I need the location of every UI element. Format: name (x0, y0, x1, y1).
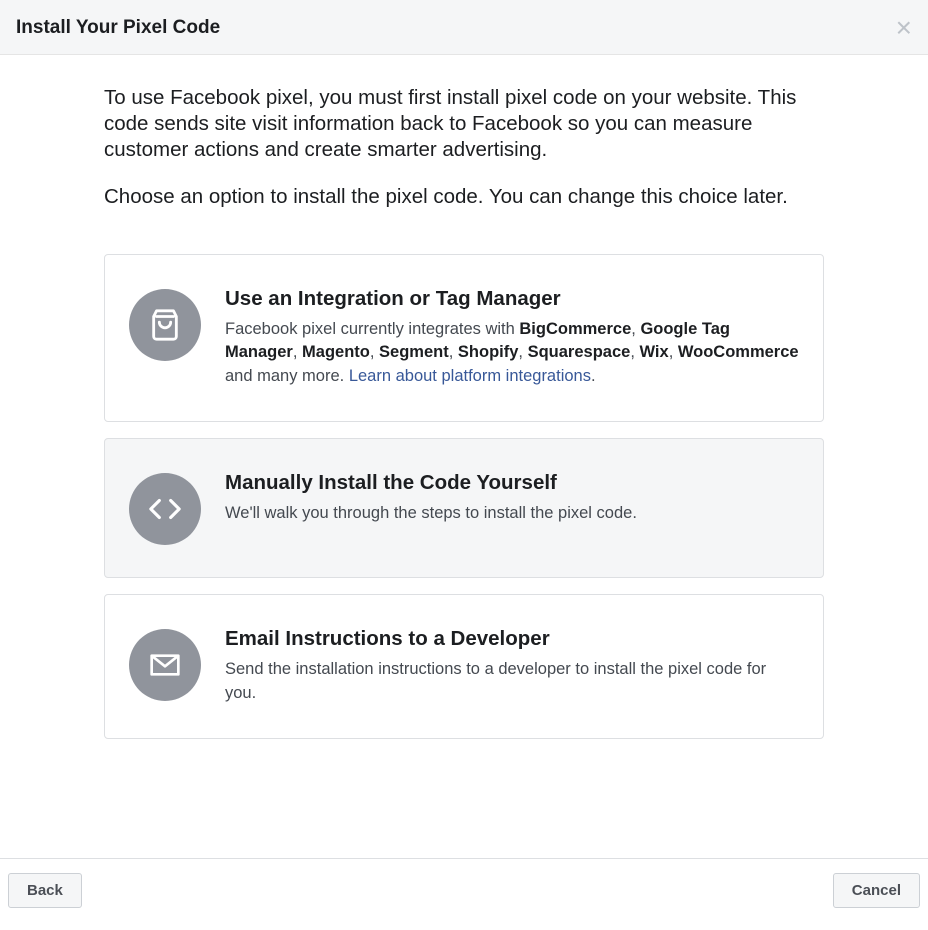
intro-text: To use Facebook pixel, you must first in… (104, 85, 824, 164)
option-integration-text: Use an Integration or Tag Manager Facebo… (225, 287, 799, 389)
modal-title: Install Your Pixel Code (16, 17, 220, 39)
modal-body: To use Facebook pixel, you must first in… (0, 55, 928, 739)
option-manual-desc: We'll walk you through the steps to inst… (225, 502, 799, 526)
option-integration-title: Use an Integration or Tag Manager (225, 287, 799, 312)
option-manual-title: Manually Install the Code Yourself (225, 471, 799, 496)
option-integration-desc: Facebook pixel currently integrates with… (225, 318, 799, 390)
platform-6: Wix (639, 343, 668, 361)
desc-prefix: Facebook pixel currently integrates with (225, 320, 519, 338)
modal-footer: Back Cancel (0, 858, 928, 922)
option-email-desc: Send the installation instructions to a … (225, 658, 799, 706)
content-wrap: To use Facebook pixel, you must first in… (104, 85, 824, 739)
option-manual-text: Manually Install the Code Yourself We'll… (225, 471, 799, 526)
option-email[interactable]: Email Instructions to a Developer Send t… (104, 594, 824, 738)
desc-suffix: and many more. (225, 367, 349, 385)
platform-4: Shopify (458, 343, 519, 361)
shopping-bag-icon (129, 289, 201, 361)
option-manual[interactable]: Manually Install the Code Yourself We'll… (104, 438, 824, 578)
subintro-text: Choose an option to install the pixel co… (104, 184, 824, 210)
platform-0: BigCommerce (519, 320, 631, 338)
modal-header: Install Your Pixel Code × (0, 0, 928, 55)
cancel-button[interactable]: Cancel (833, 873, 920, 908)
option-email-text: Email Instructions to a Developer Send t… (225, 627, 799, 705)
option-integration[interactable]: Use an Integration or Tag Manager Facebo… (104, 254, 824, 422)
code-icon (129, 473, 201, 545)
envelope-icon (129, 629, 201, 701)
platform-7: WooCommerce (678, 343, 799, 361)
platform-2: Magento (302, 343, 370, 361)
close-icon[interactable]: × (896, 14, 912, 42)
platform-5: Squarespace (528, 343, 631, 361)
desc-period: . (591, 367, 596, 385)
platform-3: Segment (379, 343, 449, 361)
option-email-title: Email Instructions to a Developer (225, 627, 799, 652)
back-button[interactable]: Back (8, 873, 82, 908)
learn-integrations-link[interactable]: Learn about platform integrations (349, 367, 591, 385)
